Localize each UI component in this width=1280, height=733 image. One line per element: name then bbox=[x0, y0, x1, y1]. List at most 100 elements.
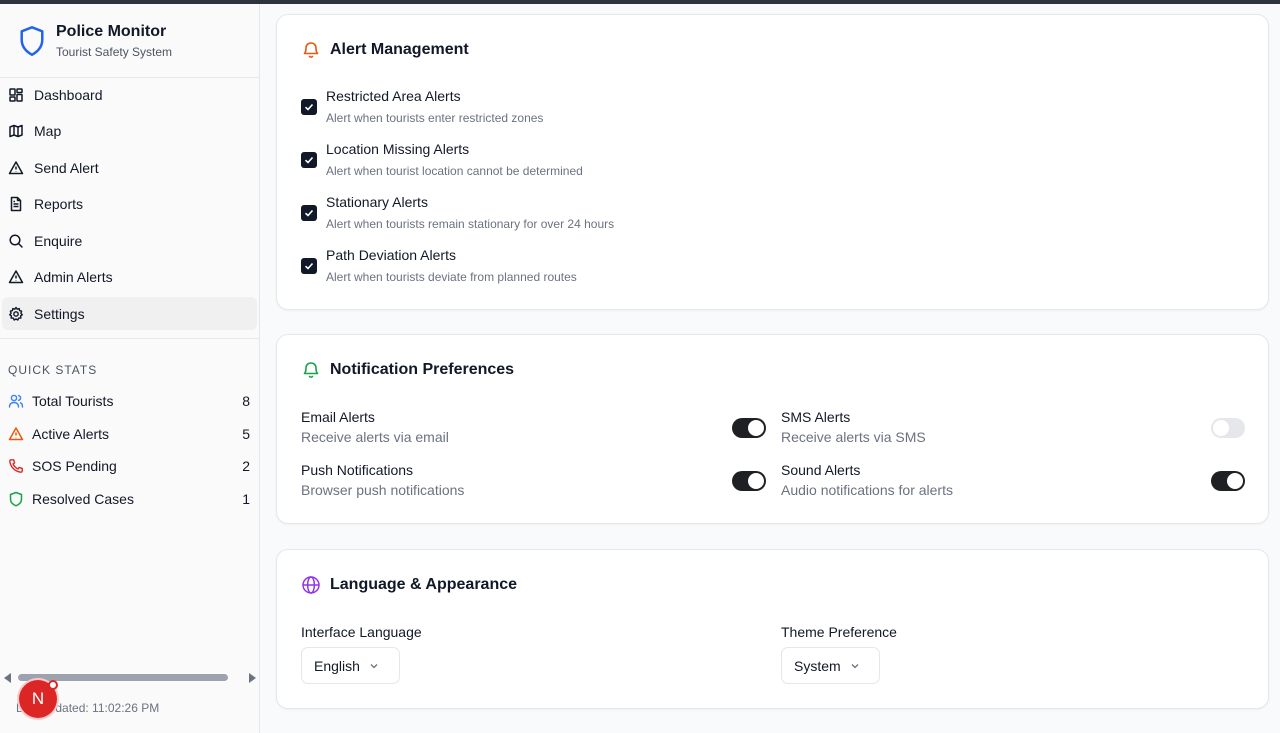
card-title: Alert Management bbox=[330, 41, 469, 58]
stat-total-tourists: Total Tourists 8 bbox=[0, 385, 259, 418]
stat-label: Active Alerts bbox=[32, 425, 110, 442]
alert-triangle-icon bbox=[8, 427, 24, 440]
shield-icon bbox=[20, 25, 44, 56]
sms-alerts-toggle[interactable] bbox=[1211, 418, 1245, 438]
alert-option-restricted: Restricted Area Alerts Alert when touris… bbox=[301, 88, 543, 125]
email-alerts-toggle[interactable] bbox=[732, 418, 766, 438]
sidebar-item-send-alert[interactable]: Send Alert bbox=[2, 151, 257, 184]
alert-option-location-missing: Location Missing Alerts Alert when touri… bbox=[301, 141, 583, 178]
avatar[interactable]: N bbox=[19, 680, 58, 718]
shield-icon bbox=[9, 491, 23, 507]
pref-sms-alerts: SMS Alerts Receive alerts via SMS bbox=[781, 409, 926, 445]
stat-active-alerts: Active Alerts 5 bbox=[0, 418, 259, 451]
dashboard-icon bbox=[9, 87, 23, 102]
chevron-down-icon bbox=[851, 663, 859, 668]
checkbox[interactable] bbox=[301, 205, 317, 221]
option-title: Path Deviation Alerts bbox=[326, 247, 456, 263]
gear-icon bbox=[9, 306, 23, 321]
globe-icon bbox=[302, 576, 320, 594]
stat-sos-pending: SOS Pending 2 bbox=[0, 450, 259, 483]
scroll-right-arrow-icon[interactable] bbox=[249, 673, 256, 683]
users-icon bbox=[8, 394, 24, 408]
option-title: Location Missing Alerts bbox=[326, 141, 470, 157]
file-text-icon bbox=[10, 196, 22, 212]
pref-email-alerts: Email Alerts Receive alerts via email bbox=[301, 409, 449, 445]
pref-push-notifications: Push Notifications Browser push notifica… bbox=[301, 462, 464, 498]
app-title: Police Monitor bbox=[56, 22, 167, 40]
avatar-initial: N bbox=[31, 689, 45, 708]
bell-icon bbox=[303, 42, 319, 58]
status-dot bbox=[48, 680, 58, 690]
quick-stats-heading: QUICK STATS bbox=[8, 363, 98, 377]
card-header: Notification Preferences bbox=[301, 360, 514, 380]
sidebar-item-admin-alerts[interactable]: Admin Alerts bbox=[2, 261, 257, 294]
sidebar-item-label: Reports bbox=[34, 196, 84, 212]
stat-label: SOS Pending bbox=[32, 458, 117, 475]
sidebar-item-map[interactable]: Map bbox=[2, 115, 257, 148]
theme-select[interactable]: System bbox=[781, 647, 880, 684]
pref-sound-alerts: Sound Alerts Audio notifications for ale… bbox=[781, 462, 953, 498]
language-appearance-card: Language & Appearance Interface Language… bbox=[276, 549, 1269, 709]
sidebar-item-label: Map bbox=[34, 123, 62, 139]
alert-triangle-icon bbox=[8, 270, 24, 284]
card-header: Language & Appearance bbox=[301, 575, 517, 595]
app-subtitle: Tourist Safety System bbox=[56, 44, 173, 59]
sidebar-item-dashboard[interactable]: Dashboard bbox=[2, 78, 257, 111]
option-desc: Alert when tourists enter restricted zon… bbox=[326, 111, 544, 125]
check-icon bbox=[304, 103, 314, 111]
checkbox[interactable] bbox=[301, 152, 317, 168]
sidebar-item-enquire[interactable]: Enquire bbox=[2, 224, 257, 257]
check-icon bbox=[304, 156, 314, 164]
language-label: Interface Language bbox=[301, 624, 422, 640]
alert-option-path-deviation: Path Deviation Alerts Alert when tourist… bbox=[301, 247, 577, 284]
pref-title: SMS Alerts bbox=[781, 409, 851, 425]
theme-label: Theme Preference bbox=[781, 624, 897, 640]
phone-icon bbox=[9, 459, 23, 474]
card-title: Notification Preferences bbox=[330, 361, 515, 378]
alert-triangle-icon bbox=[8, 160, 24, 174]
pref-title: Sound Alerts bbox=[781, 462, 861, 478]
pref-desc: Audio notifications for alerts bbox=[781, 482, 953, 498]
bell-icon bbox=[303, 362, 319, 378]
stat-value: 2 bbox=[242, 458, 250, 475]
scroll-left-arrow-icon[interactable] bbox=[4, 673, 11, 683]
stat-value: 1 bbox=[242, 490, 250, 507]
language-value: English bbox=[314, 657, 360, 674]
card-title: Language & Appearance bbox=[330, 576, 518, 593]
alert-option-stationary: Stationary Alerts Alert when tourists re… bbox=[301, 194, 614, 231]
sound-alerts-toggle[interactable] bbox=[1211, 471, 1245, 491]
sidebar-nav: Dashboard Map Send Alert Reports Enquire… bbox=[0, 78, 259, 330]
stat-resolved-cases: Resolved Cases 1 bbox=[0, 483, 259, 516]
notification-preferences-card: Notification Preferences Email Alerts Re… bbox=[276, 334, 1269, 524]
card-header: Alert Management bbox=[301, 40, 469, 60]
sidebar-item-reports[interactable]: Reports bbox=[2, 188, 257, 221]
check-icon bbox=[304, 209, 314, 217]
option-desc: Alert when tourist location cannot be de… bbox=[326, 164, 583, 178]
sidebar-item-label: Settings bbox=[34, 305, 85, 322]
sidebar-item-settings[interactable]: Settings bbox=[2, 297, 257, 330]
option-title: Restricted Area Alerts bbox=[326, 88, 461, 104]
pref-desc: Receive alerts via SMS bbox=[781, 429, 926, 445]
main-content: Alert Management Restricted Area Alerts … bbox=[260, 4, 1280, 733]
pref-desc: Receive alerts via email bbox=[301, 429, 449, 445]
brand: Police Monitor Tourist Safety System bbox=[0, 4, 259, 78]
sidebar-item-label: Admin Alerts bbox=[34, 269, 113, 285]
checkbox[interactable] bbox=[301, 258, 317, 274]
chevron-down-icon bbox=[370, 663, 378, 668]
stat-value: 8 bbox=[242, 393, 250, 410]
check-icon bbox=[304, 262, 314, 270]
language-select[interactable]: English bbox=[301, 647, 400, 684]
option-desc: Alert when tourists deviate from planned… bbox=[326, 270, 577, 284]
pref-title: Email Alerts bbox=[301, 409, 375, 425]
stat-label: Resolved Cases bbox=[32, 490, 134, 507]
sidebar: Police Monitor Tourist Safety System Das… bbox=[0, 4, 260, 733]
search-icon bbox=[9, 233, 23, 248]
sidebar-item-label: Send Alert bbox=[34, 159, 99, 176]
sidebar-item-label: Dashboard bbox=[34, 86, 103, 103]
option-desc: Alert when tourists remain stationary fo… bbox=[326, 217, 615, 231]
pref-title: Push Notifications bbox=[301, 462, 414, 478]
map-icon bbox=[9, 124, 23, 138]
sidebar-item-label: Enquire bbox=[34, 232, 83, 249]
push-notifications-toggle[interactable] bbox=[732, 471, 766, 491]
checkbox[interactable] bbox=[301, 99, 317, 115]
